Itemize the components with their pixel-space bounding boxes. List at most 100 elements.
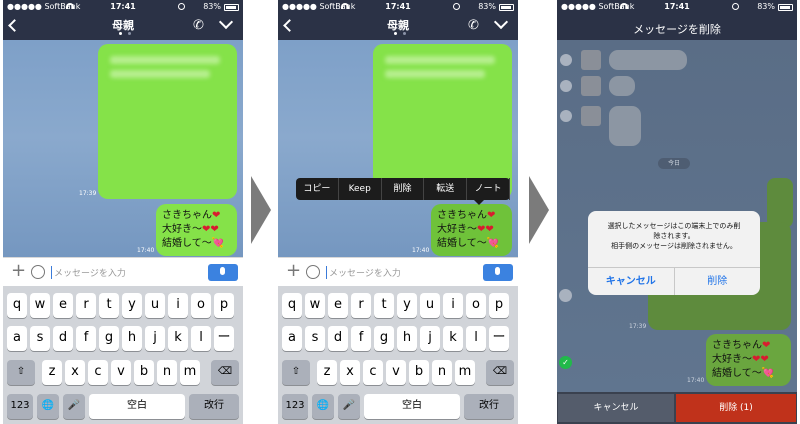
- key-dash[interactable]: ー: [489, 326, 509, 351]
- key-k[interactable]: k: [443, 326, 463, 351]
- numbers-key[interactable]: 123: [7, 394, 33, 419]
- key-n[interactable]: n: [157, 360, 177, 385]
- key-q[interactable]: q: [282, 293, 302, 318]
- dialog-cancel-button[interactable]: キャンセル: [588, 268, 675, 295]
- message-bubble-selected[interactable]: さきちゃん❤ 大好き〜❤❤ 結婚して〜💘: [431, 204, 512, 256]
- key-u[interactable]: u: [420, 293, 440, 318]
- key-h[interactable]: h: [397, 326, 417, 351]
- key-f[interactable]: f: [351, 326, 371, 351]
- menu-item-keep[interactable]: Keep: [339, 178, 382, 200]
- key-i[interactable]: i: [168, 293, 188, 318]
- dictation-mic-icon[interactable]: 🎤: [63, 394, 85, 419]
- key-q[interactable]: q: [7, 293, 27, 318]
- key-b[interactable]: b: [134, 360, 154, 385]
- key-x[interactable]: x: [65, 360, 85, 385]
- key-p[interactable]: p: [214, 293, 234, 318]
- key-s[interactable]: s: [30, 326, 50, 351]
- key-x[interactable]: x: [340, 360, 360, 385]
- key-l[interactable]: l: [466, 326, 486, 351]
- key-b[interactable]: b: [409, 360, 429, 385]
- key-c[interactable]: c: [363, 360, 383, 385]
- key-z[interactable]: z: [317, 360, 337, 385]
- return-key[interactable]: 改行: [189, 394, 239, 419]
- shift-key[interactable]: ⇧: [7, 360, 35, 385]
- globe-icon[interactable]: 🌐: [37, 394, 59, 419]
- key-e[interactable]: e: [328, 293, 348, 318]
- key-c[interactable]: c: [88, 360, 108, 385]
- key-k[interactable]: k: [168, 326, 188, 351]
- key-r[interactable]: r: [351, 293, 371, 318]
- smiley-icon[interactable]: [306, 265, 320, 279]
- delete-button[interactable]: 削除 (1): [676, 394, 796, 422]
- cancel-button[interactable]: キャンセル: [558, 394, 674, 422]
- key-j[interactable]: j: [145, 326, 165, 351]
- key-o[interactable]: o: [466, 293, 486, 318]
- key-f[interactable]: f: [76, 326, 96, 351]
- message-bubble[interactable]: さきちゃん❤ 大好き〜❤❤ 結婚して〜💘: [156, 204, 237, 256]
- key-h[interactable]: h: [122, 326, 142, 351]
- key-w[interactable]: w: [30, 293, 50, 318]
- key-y[interactable]: y: [122, 293, 142, 318]
- check-icon[interactable]: ✓: [559, 356, 572, 369]
- mic-button[interactable]: [208, 264, 238, 281]
- message-input[interactable]: メッセージを入力: [326, 266, 401, 279]
- message-input[interactable]: メッセージを入力: [51, 266, 126, 279]
- key-m[interactable]: m: [455, 360, 475, 385]
- key-l[interactable]: l: [191, 326, 211, 351]
- key-v[interactable]: v: [111, 360, 131, 385]
- key-g[interactable]: g: [99, 326, 119, 351]
- dialog-delete-button[interactable]: 削除: [675, 268, 761, 295]
- backspace-key[interactable]: ⌫: [486, 360, 514, 385]
- key-o[interactable]: o: [191, 293, 211, 318]
- blurred-message-bubble[interactable]: [98, 44, 237, 199]
- key-w[interactable]: w: [305, 293, 325, 318]
- select-radio[interactable]: [560, 110, 572, 122]
- plus-icon[interactable]: +: [286, 260, 301, 281]
- selected-message-bubble[interactable]: さきちゃん❤ 大好き〜❤❤ 結婚して〜💘: [706, 334, 791, 386]
- key-dash[interactable]: ー: [214, 326, 234, 351]
- key-e[interactable]: e: [53, 293, 73, 318]
- key-a[interactable]: a: [7, 326, 27, 351]
- key-t[interactable]: t: [99, 293, 119, 318]
- key-r[interactable]: r: [76, 293, 96, 318]
- smiley-icon[interactable]: [31, 265, 45, 279]
- menu-item-copy[interactable]: コピー: [296, 178, 339, 200]
- phone-call-icon[interactable]: ✆: [193, 18, 204, 33]
- phone-call-icon[interactable]: ✆: [468, 18, 479, 33]
- blurred-message-bubble[interactable]: [373, 44, 512, 199]
- shift-key[interactable]: ⇧: [282, 360, 310, 385]
- menu-item-delete[interactable]: 削除: [382, 178, 425, 200]
- status-bar: ●●●●● SoftBank 17:41 83%: [278, 0, 518, 14]
- dialog-message: 選択したメッセージはこの端末上でのみ削 除されます。 相手側のメッセージは削除さ…: [607, 222, 741, 250]
- menu-item-note[interactable]: ノート: [467, 178, 510, 200]
- dictation-mic-icon[interactable]: 🎤: [338, 394, 360, 419]
- key-m[interactable]: m: [180, 360, 200, 385]
- key-v[interactable]: v: [386, 360, 406, 385]
- plus-icon[interactable]: +: [11, 260, 26, 281]
- key-z[interactable]: z: [42, 360, 62, 385]
- key-n[interactable]: n: [432, 360, 452, 385]
- key-g[interactable]: g: [374, 326, 394, 351]
- key-p[interactable]: p: [489, 293, 509, 318]
- key-d[interactable]: d: [328, 326, 348, 351]
- key-d[interactable]: d: [53, 326, 73, 351]
- key-y[interactable]: y: [397, 293, 417, 318]
- select-radio[interactable]: [560, 80, 572, 92]
- key-i[interactable]: i: [443, 293, 463, 318]
- space-key[interactable]: 空白: [364, 394, 460, 419]
- select-radio[interactable]: [559, 289, 572, 302]
- select-radio[interactable]: [560, 54, 572, 66]
- numbers-key[interactable]: 123: [282, 394, 308, 419]
- backspace-key[interactable]: ⌫: [211, 360, 239, 385]
- key-u[interactable]: u: [145, 293, 165, 318]
- return-key[interactable]: 改行: [464, 394, 514, 419]
- menu-item-forward[interactable]: 転送: [424, 178, 468, 200]
- mic-button[interactable]: [483, 264, 513, 281]
- key-a[interactable]: a: [282, 326, 302, 351]
- key-j[interactable]: j: [420, 326, 440, 351]
- message-line: さきちゃん❤: [437, 210, 496, 221]
- key-t[interactable]: t: [374, 293, 394, 318]
- key-s[interactable]: s: [305, 326, 325, 351]
- space-key[interactable]: 空白: [89, 394, 185, 419]
- globe-icon[interactable]: 🌐: [312, 394, 334, 419]
